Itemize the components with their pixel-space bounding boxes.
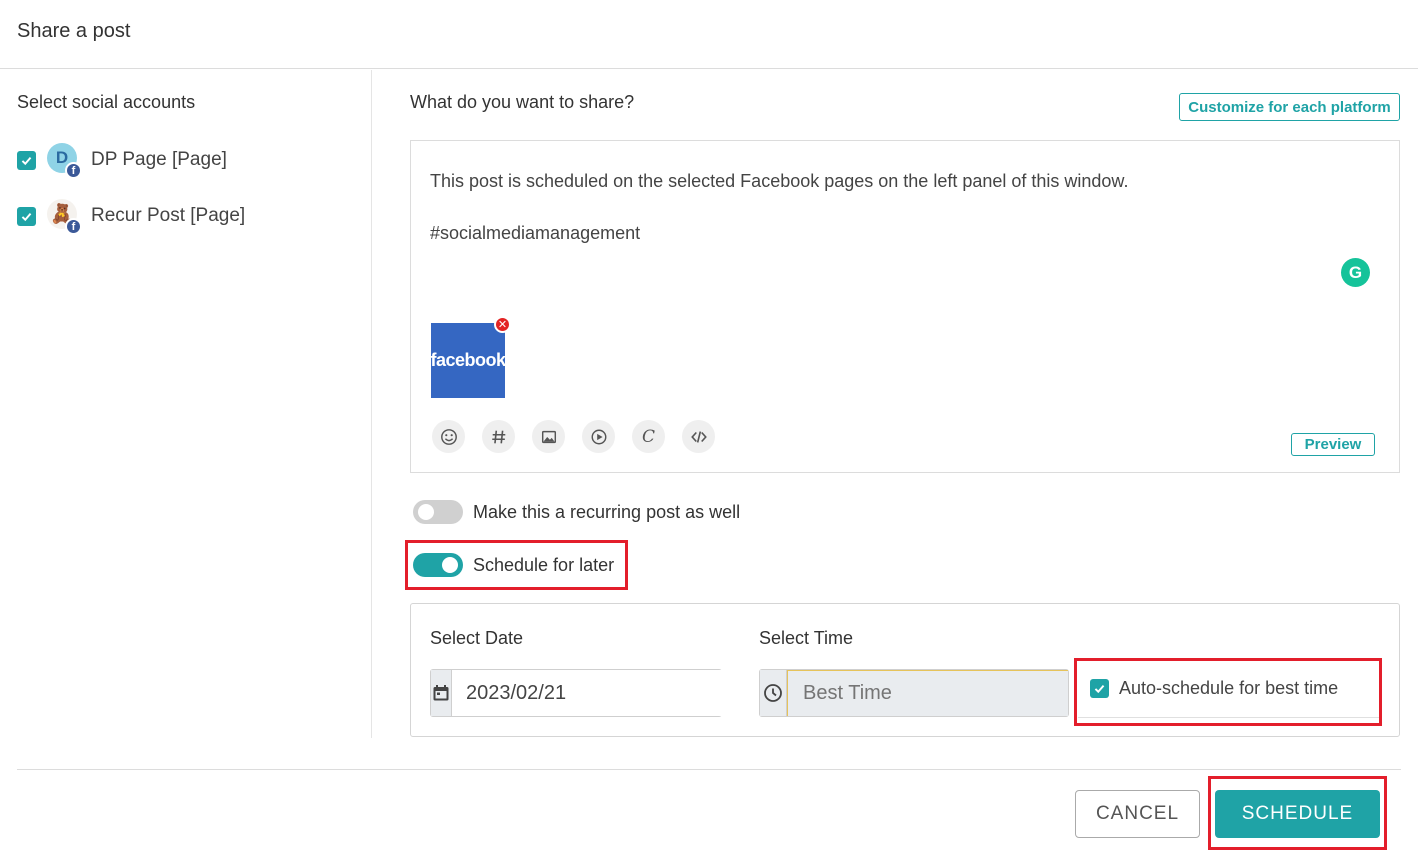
checkmark-icon [21, 156, 32, 165]
account-name: Recur Post [Page] [91, 205, 246, 226]
hashtag-icon[interactable] [482, 420, 515, 453]
post-composer[interactable]: This post is scheduled on the selected F… [410, 140, 1400, 473]
composer-heading: What do you want to share? [410, 92, 635, 112]
facebook-badge-icon: f [65, 218, 82, 235]
calendar-icon[interactable] [431, 670, 452, 716]
date-picker[interactable] [430, 669, 731, 717]
dialog-title: Share a post [17, 20, 131, 42]
cancel-button[interactable]: CANCEL [1075, 790, 1200, 838]
time-input[interactable] [787, 670, 1068, 716]
recurring-toggle[interactable] [413, 500, 463, 524]
account-checkbox[interactable] [17, 150, 36, 170]
attachment-thumbnail: facebook [430, 323, 506, 398]
select-date-label: Select Date [430, 628, 524, 648]
code-icon[interactable] [682, 420, 715, 453]
schedule-toggle-row: Schedule for later [413, 553, 614, 577]
customize-platform-button[interactable]: Customize for each platform [1179, 93, 1400, 121]
time-picker[interactable] [759, 669, 1069, 717]
avatar: D f [47, 143, 82, 179]
schedule-later-toggle[interactable] [413, 553, 463, 577]
footer-divider [17, 769, 1401, 770]
account-name: DP Page [Page] [91, 149, 227, 170]
avatar: 🧸 f [47, 199, 82, 235]
canva-icon[interactable]: C [632, 420, 665, 453]
video-icon[interactable] [582, 420, 615, 453]
facebook-badge-icon: f [65, 162, 82, 179]
image-icon[interactable] [532, 420, 565, 453]
account-checkbox[interactable] [17, 206, 36, 226]
recurring-label: Make this a recurring post as well [473, 501, 741, 522]
composer-toolbar: C [432, 420, 715, 453]
recurring-toggle-row: Make this a recurring post as well [413, 500, 740, 524]
account-item-recur-post[interactable]: 🧸 f Recur Post [Page] [17, 198, 246, 235]
post-textarea[interactable]: This post is scheduled on the selected F… [430, 168, 1128, 246]
dialog-header: Share a post [0, 0, 1418, 69]
clock-icon [760, 670, 787, 716]
checkmark-icon [21, 212, 32, 221]
remove-attachment-icon[interactable]: ✕ [494, 316, 511, 333]
auto-schedule-highlight [1074, 658, 1382, 726]
post-hashtag-line: #socialmediamanagement [430, 223, 641, 243]
preview-button[interactable]: Preview [1291, 433, 1375, 456]
account-item-dp-page[interactable]: D f DP Page [Page] [17, 142, 227, 179]
post-text-line: This post is scheduled on the selected F… [430, 171, 1129, 191]
grammarly-icon[interactable]: G [1341, 258, 1370, 287]
schedule-later-label: Schedule for later [473, 554, 615, 575]
emoji-icon[interactable] [432, 420, 465, 453]
date-input[interactable] [452, 670, 731, 716]
schedule-button[interactable]: SCHEDULE [1215, 790, 1380, 838]
accounts-heading: Select social accounts [17, 92, 196, 112]
select-time-label: Select Time [759, 628, 854, 648]
